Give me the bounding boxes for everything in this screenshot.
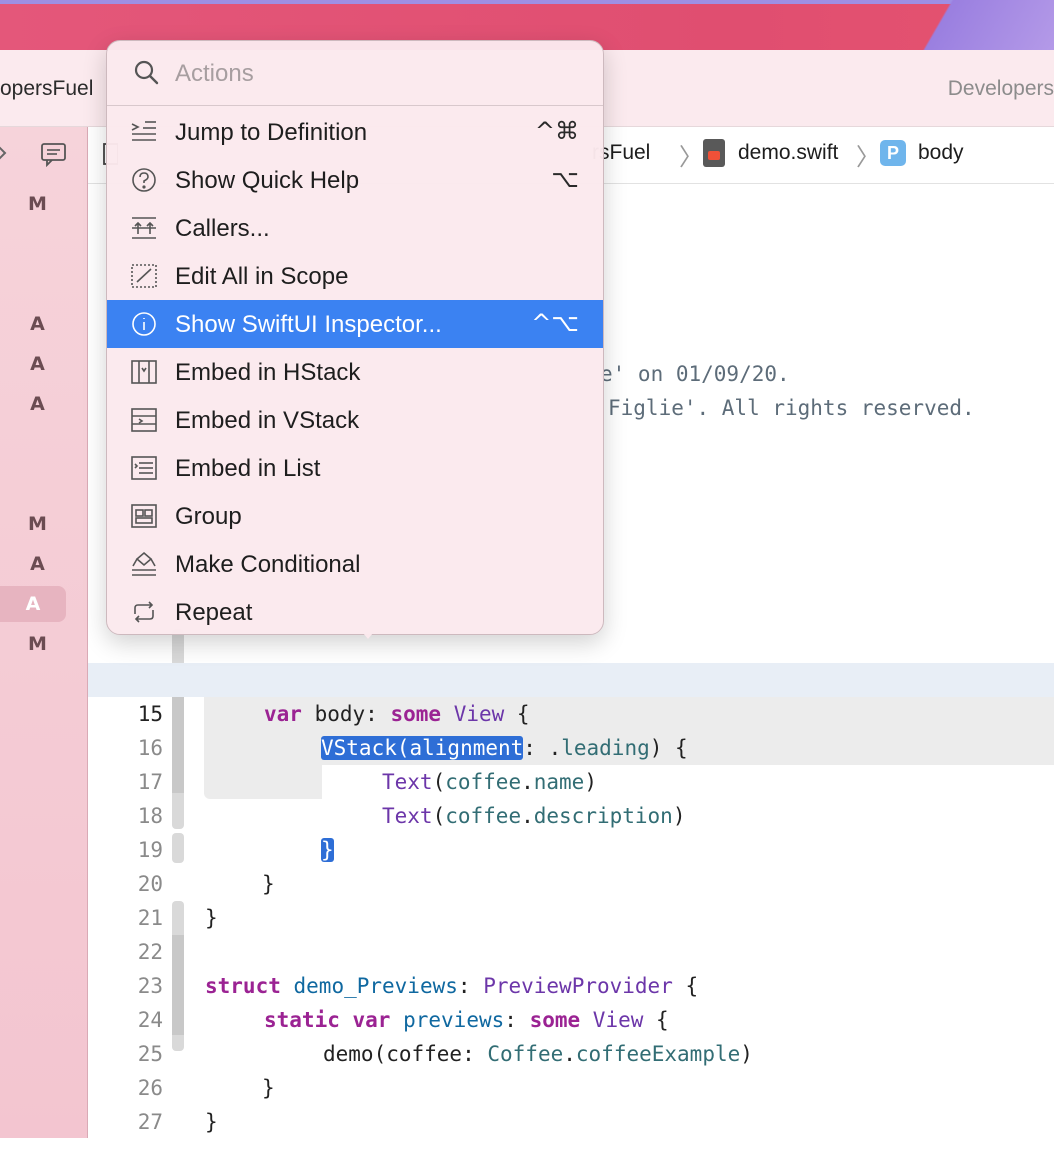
hstack-icon (129, 358, 159, 386)
source-control-badge: M (28, 193, 47, 215)
code-line: 17 Text(coffee.description) (88, 731, 1054, 828)
source-control-badge: A (30, 313, 45, 335)
menu-item-label: Show Quick Help (175, 167, 360, 194)
comment-icon[interactable] (40, 141, 68, 173)
code-line: 23 static var previews: some View { (88, 935, 1054, 1032)
menu-item-repeat[interactable]: Repeat (107, 588, 603, 636)
scheme-selector[interactable]: opersFuel (0, 77, 93, 101)
code-line-current: 15 VStack(alignment: .leading) { (88, 663, 1054, 760)
callers-icon (129, 214, 159, 242)
chevron-right-icon: 〉 (856, 144, 880, 171)
menu-item-shortcut: ^⌘ (534, 117, 579, 145)
menu-item-group[interactable]: Group (107, 492, 603, 540)
menu-item-shortcut: ⌥ (551, 165, 579, 193)
menu-item-label: Edit All in Scope (175, 263, 349, 290)
menu-item-label: Embed in VStack (175, 407, 360, 434)
menu-item-show-swiftui-inspector[interactable]: Show SwiftUI Inspector... ^⌥ (107, 300, 603, 348)
menu-item-callers[interactable]: Callers... (107, 204, 603, 252)
menu-item-label: Embed in HStack (175, 359, 361, 386)
menu-item-label: Repeat (175, 599, 253, 626)
code-line: 19 } (88, 799, 1054, 896)
menu-item-embed-in-list[interactable]: Embed in List (107, 444, 603, 492)
source-control-badge-selected[interactable]: A (0, 586, 66, 622)
menu-item-label: Jump to Definition (175, 119, 368, 146)
code-line: 22 struct demo_Previews: PreviewProvider… (88, 901, 1054, 998)
search-icon (133, 59, 159, 85)
chevron-right-icon[interactable] (0, 141, 10, 171)
edit-scope-icon (129, 262, 159, 290)
code-line: 27 (88, 1071, 1054, 1134)
navigator-sidebar: M A A A M A A M (0, 127, 88, 1138)
group-icon (129, 502, 159, 530)
menu-item-shortcut: ^⌥ (531, 309, 579, 337)
menu-pointer (358, 627, 378, 639)
activity-status: Developers (947, 77, 1054, 100)
repeat-icon (129, 598, 159, 626)
menu-item-edit-all-in-scope[interactable]: Edit All in Scope (107, 252, 603, 300)
code-line: 20 } (88, 833, 1054, 930)
code-line: 16 Text(coffee.name) (88, 697, 1054, 794)
menu-item-show-quick-help[interactable]: Show Quick Help ⌥ (107, 156, 603, 204)
source-control-badge: A (30, 553, 45, 575)
info-icon (129, 310, 159, 338)
conditional-icon (129, 550, 159, 578)
code-line: 21 (88, 867, 1054, 930)
menu-item-jump-to-definition[interactable]: Jump to Definition ^⌘ (107, 108, 603, 156)
menu-item-label: Embed in List (175, 455, 321, 482)
line-number: 27 (137, 1110, 163, 1134)
menu-item-label: Show SwiftUI Inspector... (175, 311, 442, 338)
menu-item-label: Callers... (175, 215, 270, 242)
search-placeholder: Actions (175, 60, 254, 87)
jump-icon (129, 118, 159, 146)
source-control-badge: M (28, 633, 47, 655)
source-control-badge: M (28, 513, 47, 535)
jump-bar-symbol[interactable]: body (918, 141, 964, 165)
code-line: 24 demo(coffee: Coffee.coffeeExample) (88, 969, 1054, 1066)
code-line: 25 } (88, 1003, 1054, 1100)
swift-file-icon (703, 139, 725, 167)
menu-item-label: Group (175, 503, 242, 530)
chevron-right-icon: 〉 (679, 144, 703, 171)
actions-search[interactable]: Actions (107, 41, 603, 106)
code-line: 18 } (88, 765, 1054, 862)
list-icon (129, 454, 159, 482)
actions-menu: Actions Jump to Definition ^⌘ Show Quick… (106, 40, 604, 635)
property-badge-icon: P (880, 140, 906, 166)
question-icon (129, 166, 159, 194)
menu-item-label: Make Conditional (175, 551, 361, 578)
vstack-icon (129, 406, 159, 434)
menu-item-embed-in-vstack[interactable]: Embed in VStack (107, 396, 603, 444)
jump-bar-file[interactable]: demo.swift (738, 141, 838, 165)
code-comment: Figlie'. All rights reserved. (608, 396, 975, 420)
source-control-badge: A (30, 393, 45, 415)
code-line: 26 } (88, 1037, 1054, 1134)
menu-item-make-conditional[interactable]: Make Conditional (107, 540, 603, 588)
window-top-decoration (864, 0, 1054, 50)
menu-item-embed-in-hstack[interactable]: Embed in HStack (107, 348, 603, 396)
source-control-badge: A (30, 353, 45, 375)
